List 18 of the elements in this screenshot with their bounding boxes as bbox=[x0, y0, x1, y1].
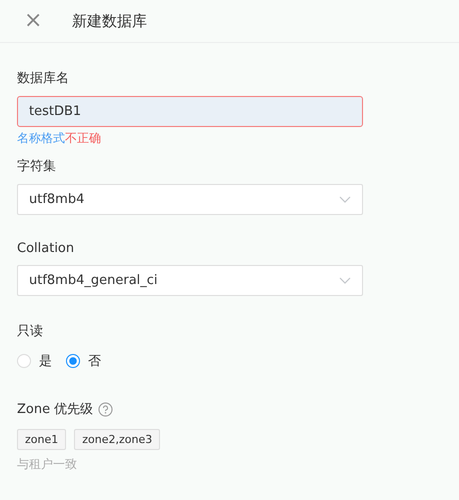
zone-tag: zone1 bbox=[17, 429, 66, 450]
field-label: 字符集 bbox=[17, 158, 57, 175]
radio-option[interactable]: 否 bbox=[66, 352, 101, 370]
help-icon[interactable] bbox=[98, 402, 114, 416]
field-label: Collation bbox=[17, 241, 76, 256]
zone-tag: zone2,zone3 bbox=[74, 429, 160, 450]
select-field[interactable]: utf8mb4_general_ci bbox=[17, 265, 363, 296]
radio-option[interactable]: 是 bbox=[17, 352, 52, 370]
input-field[interactable]: testDB1 bbox=[17, 96, 363, 127]
dialog-title: 新建数据库 bbox=[72, 12, 147, 30]
hint-text: 与租户一致 bbox=[17, 456, 78, 473]
error-message: 名称格式不正确 bbox=[17, 130, 102, 147]
field-label: 只读 bbox=[17, 323, 44, 340]
field-label: Zone 优先级 bbox=[17, 401, 94, 418]
field-label: 数据库名 bbox=[17, 70, 70, 87]
chevron-down-icon bbox=[339, 277, 351, 284]
chevron-down-icon bbox=[339, 196, 351, 203]
select-field[interactable]: utf8mb4 bbox=[17, 184, 363, 215]
